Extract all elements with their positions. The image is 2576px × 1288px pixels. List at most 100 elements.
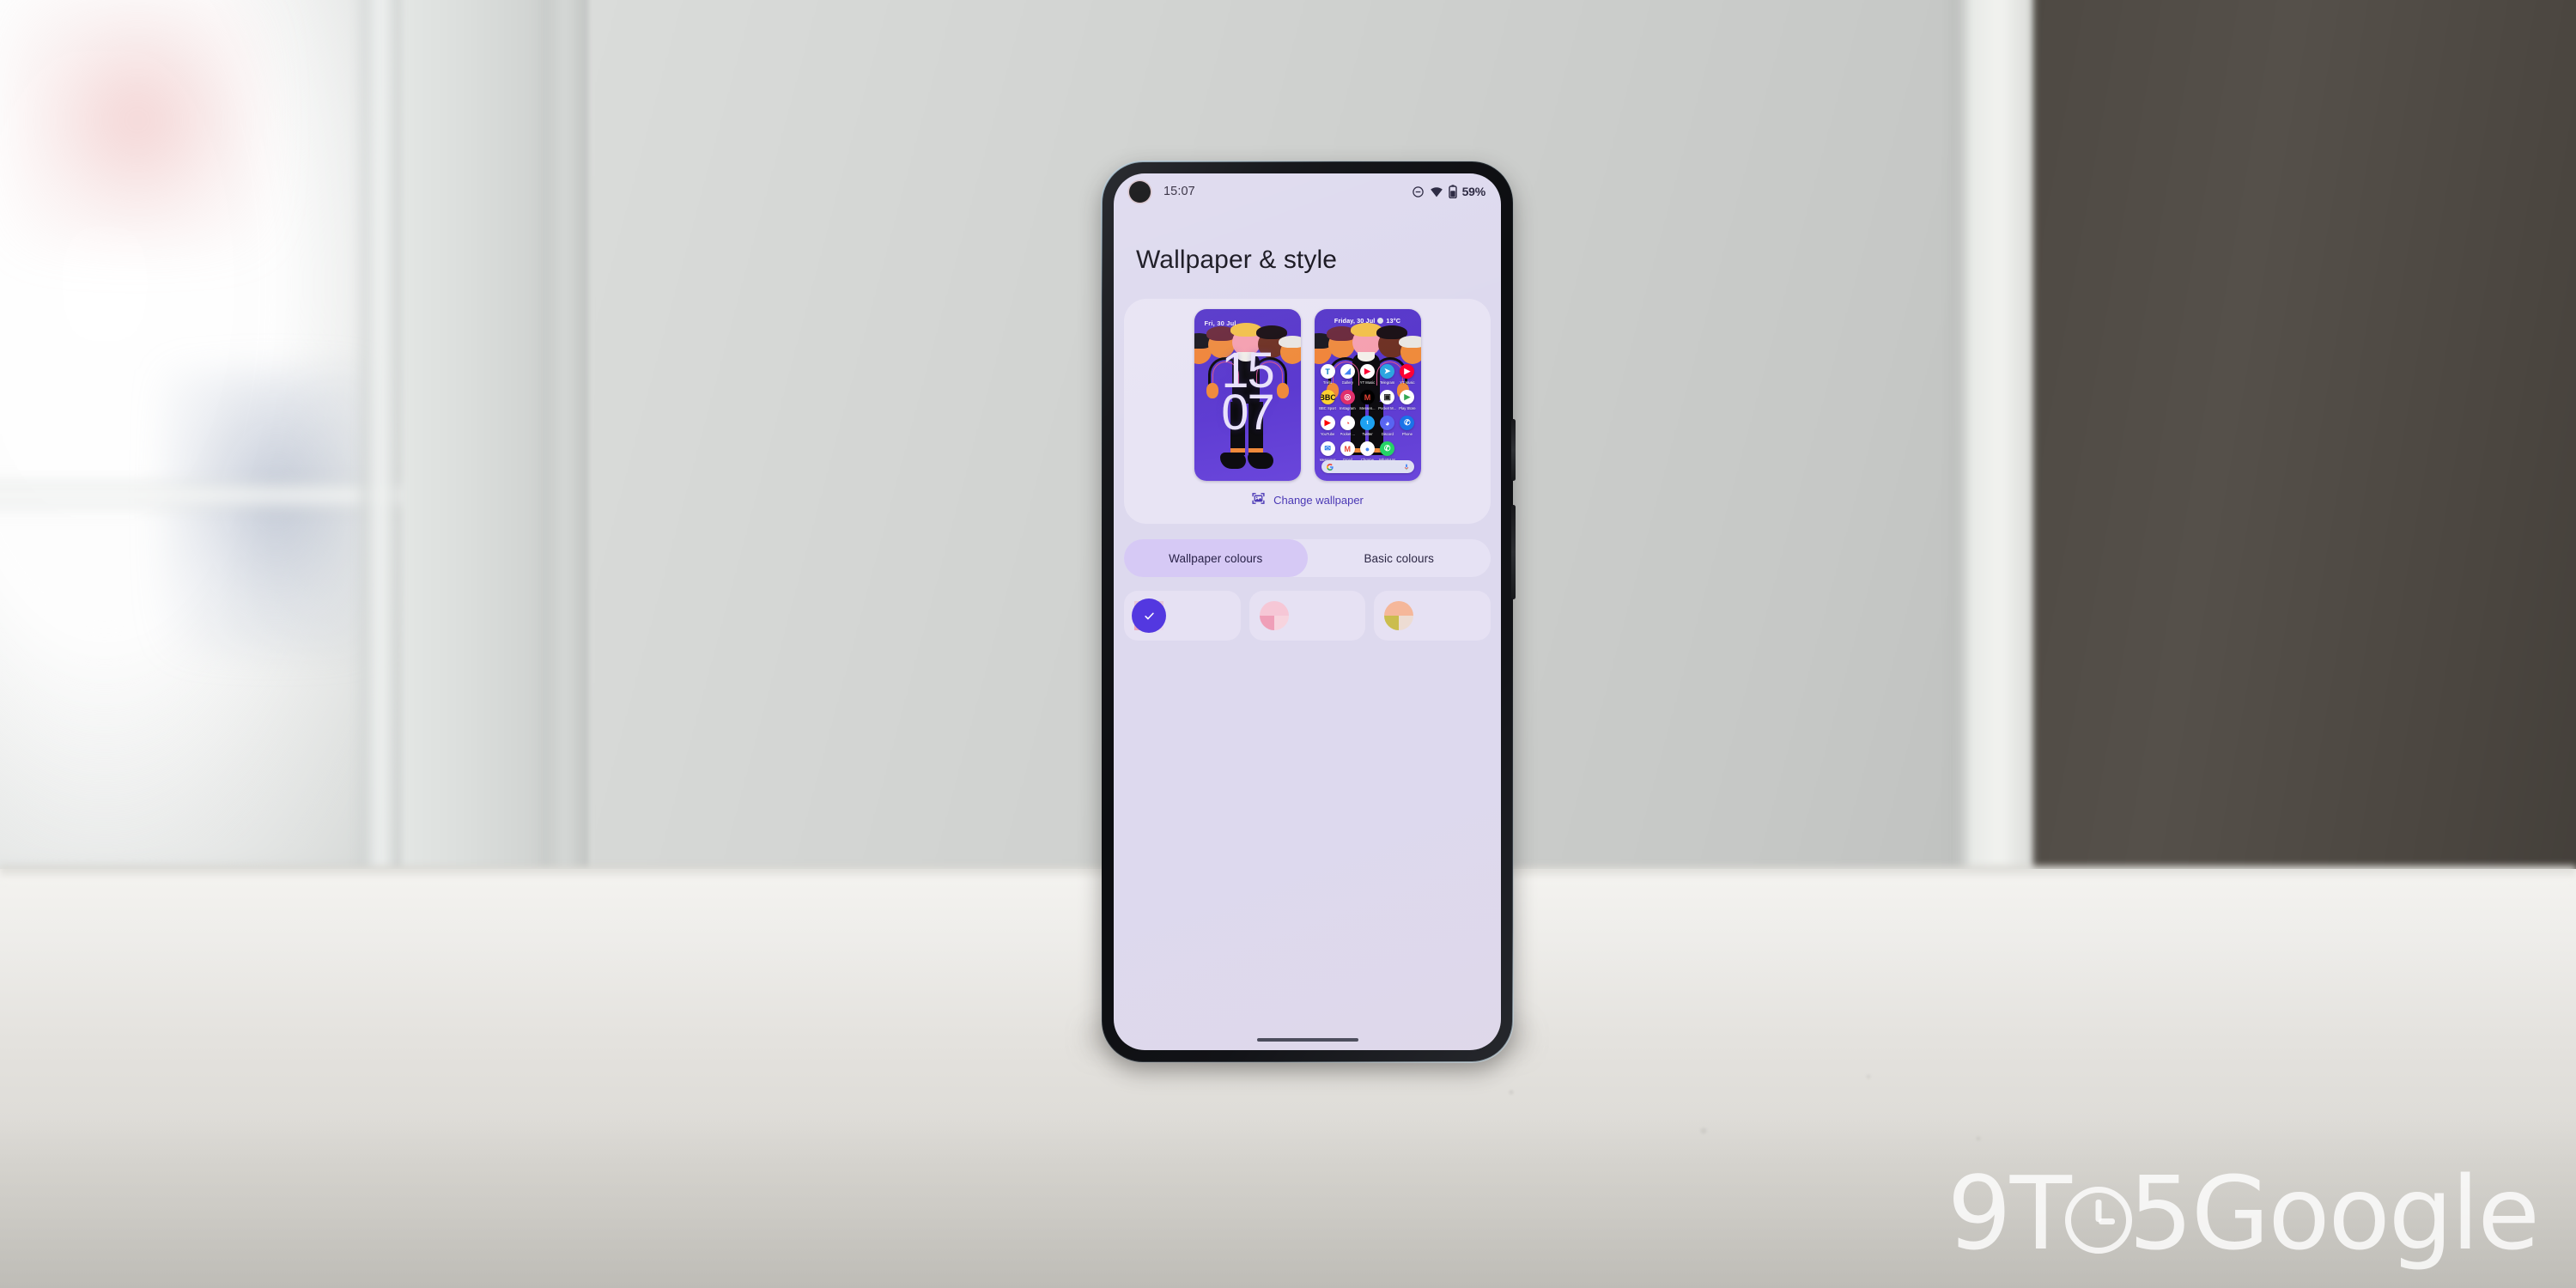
app-icon[interactable]: ◢ <box>1340 364 1355 379</box>
app-icon[interactable]: ᵗ <box>1359 416 1375 430</box>
wall-bright-edge <box>1966 0 2035 927</box>
app-item[interactable]: ▶ YT Music <box>1397 364 1417 385</box>
check-icon <box>1144 612 1154 619</box>
app-icon[interactable]: BBC <box>1320 390 1335 404</box>
home-screen-temperature: 13°C <box>1386 317 1401 325</box>
google-search-bar[interactable] <box>1321 460 1414 473</box>
app-item[interactable]: BBC BBC Sport <box>1318 390 1338 410</box>
home-screen-at-a-glance[interactable]: Friday, 30 Jul 13°C <box>1315 317 1421 325</box>
colour-swatch[interactable] <box>1132 598 1166 633</box>
colour-swatch-row <box>1124 591 1492 641</box>
app-label: YouTube <box>1320 432 1335 436</box>
app-icon[interactable]: ✆ <box>1380 441 1395 456</box>
app-label: Messen... <box>1359 406 1376 410</box>
tab-basic-colours[interactable]: Basic colours <box>1308 539 1492 577</box>
pixel-phone: 15:07 59% Wallpaper & style Fri, 30 Jul … <box>1102 161 1516 1062</box>
clock-icon <box>2064 1187 2132 1254</box>
app-label: Pocket ... <box>1340 432 1356 436</box>
front-camera <box>1129 181 1151 203</box>
wall-right-dark <box>2033 0 2576 927</box>
preview-thumbnails: Fri, 30 Jul 15 07 Friday, 30 Jul 13°C T … <box>1124 299 1491 481</box>
app-icon[interactable]: ➤ <box>1380 364 1395 379</box>
app-icon[interactable]: M <box>1340 441 1355 456</box>
wall-pillar-edge <box>541 0 591 927</box>
phone-screen: 15:07 59% Wallpaper & style Fri, 30 Jul … <box>1114 173 1501 1050</box>
app-label: Play Store <box>1399 406 1416 410</box>
watermark-text-left: 9T <box>1947 1154 2072 1273</box>
app-icon[interactable]: M <box>1359 390 1375 404</box>
app-label: BBC Sport <box>1319 406 1336 410</box>
app-label: Pocket M... <box>1378 406 1397 410</box>
app-icon[interactable]: ✉ <box>1320 441 1335 456</box>
app-label: Gallery <box>1341 380 1353 385</box>
app-icon[interactable]: ▶ <box>1400 364 1415 379</box>
google-g-icon <box>1326 459 1334 475</box>
app-label: Twitter <box>1362 432 1373 436</box>
status-bar: 15:07 59% <box>1114 173 1501 210</box>
app-item[interactable]: ▶ YouTube <box>1318 416 1338 436</box>
app-icon[interactable]: ● <box>1359 441 1375 456</box>
swatch-pink[interactable] <box>1249 591 1366 641</box>
app-item[interactable]: M Messen... <box>1358 390 1377 410</box>
clock-minutes: 07 <box>1221 384 1275 440</box>
app-icon[interactable]: ✆ <box>1400 416 1415 430</box>
app-item[interactable]: ◔ Pocket ... <box>1338 416 1358 436</box>
status-bar-clock: 15:07 <box>1163 185 1195 198</box>
page-title: Wallpaper & style <box>1136 246 1338 274</box>
app-label: YT Music <box>1400 380 1415 385</box>
app-item[interactable]: ▣ Pocket M... <box>1377 390 1397 410</box>
wifi-icon <box>1430 186 1443 197</box>
swatch-peach-olive[interactable] <box>1374 591 1492 641</box>
wall-seam <box>1951 0 1965 927</box>
app-label: Phone <box>1401 432 1413 436</box>
lock-screen-preview[interactable]: Fri, 30 Jul 15 07 <box>1194 309 1301 481</box>
app-icon[interactable]: ▶ <box>1359 364 1375 379</box>
swatch-quadrant-bottom-left <box>1259 616 1274 630</box>
selected-indicator <box>1132 598 1166 633</box>
change-wallpaper-button[interactable]: Change wallpaper <box>1124 491 1491 508</box>
wall-pillar <box>402 0 548 927</box>
app-icon[interactable]: ▣ <box>1380 390 1395 404</box>
app-item[interactable]: ✆ Phone <box>1397 416 1417 436</box>
battery-icon <box>1448 185 1457 198</box>
window-object-blur <box>163 369 369 653</box>
home-gesture-pill[interactable] <box>1256 1038 1358 1042</box>
app-icon[interactable]: ◔ <box>1340 416 1355 430</box>
app-item[interactable]: MGmail <box>1338 441 1358 462</box>
app-item[interactable]: ▶ Play Store <box>1397 390 1417 410</box>
publication-watermark: 9T 5Google <box>1947 1154 2540 1273</box>
colour-swatch[interactable] <box>1384 601 1414 630</box>
app-label: Telegram <box>1380 380 1395 385</box>
volume-rocker[interactable] <box>1511 505 1516 599</box>
app-item[interactable]: T Trello <box>1318 364 1338 385</box>
home-screen-preview[interactable]: Friday, 30 Jul 13°C T Trello ◢ Gallery ▶ YT M… <box>1314 309 1421 481</box>
colour-swatch[interactable] <box>1259 601 1289 630</box>
swatch-quadrant-bottom-right <box>1273 616 1289 630</box>
app-label: Instagram <box>1339 406 1356 410</box>
lock-screen-clock: 15 07 <box>1194 346 1301 440</box>
tab-wallpaper-colours[interactable]: Wallpaper colours <box>1124 539 1308 577</box>
colour-source-tabs: Wallpaper colours Basic colours <box>1124 539 1491 577</box>
app-item[interactable]: ᵗ Twitter <box>1358 416 1377 436</box>
swatch-purple[interactable] <box>1124 591 1241 641</box>
app-item[interactable]: ◎ Instagram <box>1338 390 1358 410</box>
app-icon[interactable]: ◎ <box>1340 390 1355 404</box>
app-item[interactable]: ◕ Discord <box>1377 416 1397 436</box>
do-not-disturb-icon <box>1412 185 1425 198</box>
app-icon[interactable]: ▶ <box>1320 416 1335 430</box>
battery-percentage: 59% <box>1461 185 1486 198</box>
microphone-icon[interactable] <box>1404 459 1409 475</box>
swatch-quadrant-top <box>1384 601 1414 616</box>
image-frame-icon <box>1251 491 1266 508</box>
app-item[interactable]: ▶ YT Music <box>1358 364 1377 385</box>
app-item[interactable]: ➤ Telegram <box>1377 364 1397 385</box>
app-item[interactable]: ✆WhatsApp <box>1377 441 1397 462</box>
app-icon[interactable]: ◕ <box>1380 416 1395 430</box>
app-icon[interactable]: ▶ <box>1400 390 1415 404</box>
watermark-text-right: 5Google <box>2128 1154 2540 1273</box>
app-item[interactable]: ●Chrome <box>1358 441 1377 462</box>
app-item[interactable]: ◢ Gallery <box>1338 364 1358 385</box>
app-icon[interactable]: T <box>1320 364 1335 379</box>
power-button[interactable] <box>1511 419 1516 481</box>
app-label: Discord <box>1381 432 1394 436</box>
